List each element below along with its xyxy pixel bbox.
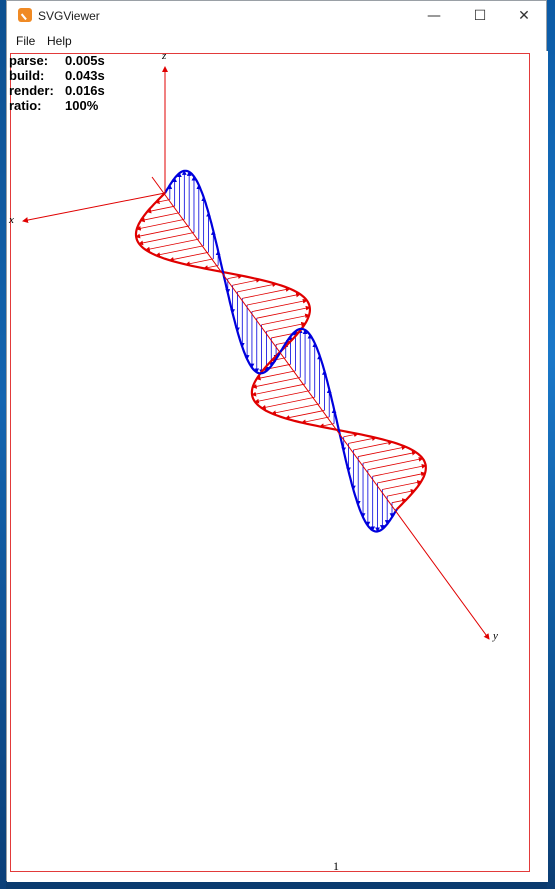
magnetic-vector xyxy=(136,218,185,231)
stat-label: parse: xyxy=(9,53,49,68)
x-axis-label: x xyxy=(8,214,14,226)
magnetic-vector xyxy=(284,410,325,420)
close-button[interactable]: ✕ xyxy=(501,1,547,31)
stat-ratio: ratio: 100% xyxy=(9,98,105,113)
stat-label: render: xyxy=(9,83,54,98)
stat-render: render: 0.016s xyxy=(9,83,105,98)
stat-value: 100% xyxy=(65,98,99,113)
stat-value: 0.016s xyxy=(65,83,105,98)
magnetic-vector xyxy=(242,287,291,299)
stat-parse: parse: 0.005s xyxy=(9,53,105,68)
z-axis-label: z xyxy=(161,51,167,62)
magnetic-vector xyxy=(237,282,278,293)
stat-label: ratio: xyxy=(9,98,42,113)
desktop-background-right xyxy=(547,0,555,889)
app-icon xyxy=(18,8,32,22)
magnetic-vector xyxy=(377,471,426,484)
magnetic-vector xyxy=(261,313,310,326)
magnetic-vector xyxy=(251,377,301,389)
electric-field-curve xyxy=(164,169,398,533)
stat-build: build: 0.043s xyxy=(9,68,105,83)
stat-value: 0.043s xyxy=(65,68,105,83)
y-axis-label: y xyxy=(492,630,498,642)
maximize-button[interactable]: ☐ xyxy=(457,1,503,31)
magnetic-vector xyxy=(155,245,204,257)
magnetic-vector xyxy=(353,440,393,451)
window-title: SVGViewer xyxy=(38,9,100,23)
svg-canvas[interactable]: z x y parse: 0.005s build: 0.043s render… xyxy=(7,51,548,882)
y-axis xyxy=(151,176,490,640)
render-stats: parse: 0.005s build: 0.043s render: 0.01… xyxy=(9,53,105,113)
stat-value: 0.005s xyxy=(65,53,105,68)
menu-file[interactable]: File xyxy=(16,34,35,48)
magnetic-vector xyxy=(301,416,330,425)
magnetic-vector xyxy=(271,403,320,416)
svgviewer-window: SVGViewer — ☐ ✕ File Help z x y parse: 0… xyxy=(6,0,548,882)
magnetic-vector xyxy=(348,436,377,444)
magnetic-vector xyxy=(232,278,261,286)
magnetic-vector xyxy=(168,251,209,262)
page-number: 1 xyxy=(333,859,339,873)
wave-figure: z x y xyxy=(8,51,498,642)
stat-label: build: xyxy=(9,68,45,83)
magnetic-vector xyxy=(185,258,214,267)
title-bar[interactable]: SVGViewer — ☐ ✕ xyxy=(7,1,546,31)
menu-bar: File Help xyxy=(7,31,546,51)
minimize-button[interactable]: — xyxy=(411,1,457,31)
menu-help[interactable]: Help xyxy=(47,34,72,48)
magnetic-vector xyxy=(358,445,407,457)
